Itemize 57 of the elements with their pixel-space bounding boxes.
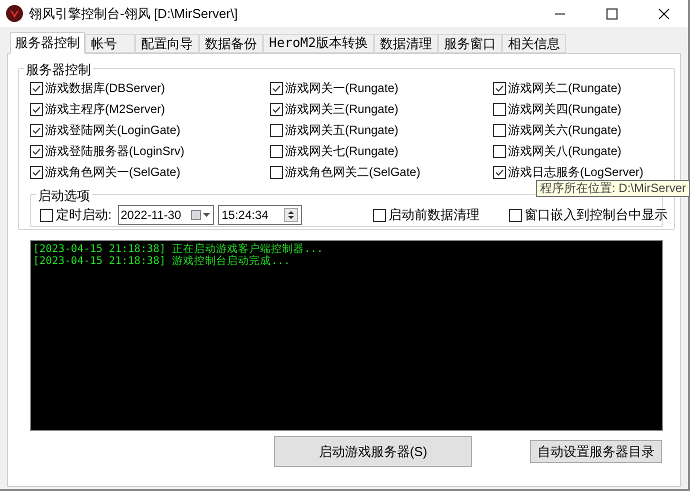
log-line: [2023-04-15 21:18:38] 游戏控制台启动完成... xyxy=(33,255,292,267)
checkbox[interactable] xyxy=(493,102,506,116)
checkbox[interactable] xyxy=(30,144,43,158)
checkbox-label: 游戏角色网关一(SelGate) xyxy=(45,164,180,181)
tab[interactable]: 相关信息 xyxy=(502,34,566,53)
checkbox-label: 游戏登陆服务器(LoginSrv) xyxy=(45,143,184,160)
checkbox-label: 游戏网关八(Rungate) xyxy=(508,143,622,160)
tab[interactable]: 数据清理 xyxy=(374,34,438,53)
time-picker[interactable]: 15:24:34 xyxy=(218,205,302,225)
checkbox-label: 游戏数据库(DBServer) xyxy=(45,80,166,97)
checkbox-label: 游戏网关七(Rungate) xyxy=(285,143,398,160)
checkbox-label: 游戏日志服务(LogServer) xyxy=(508,164,644,181)
checkbox[interactable] xyxy=(30,102,43,116)
tab[interactable]: HeroM2版本转换 xyxy=(263,34,374,53)
checkbox[interactable] xyxy=(270,102,283,116)
checkbox-label: 游戏角色网关二(SelGate) xyxy=(285,164,420,181)
checkbox-label: 游戏主程序(M2Server) xyxy=(45,101,166,118)
checkbox[interactable] xyxy=(30,124,43,136)
checkbox-label: 游戏网关六(Rungate) xyxy=(508,122,622,139)
maximize-icon[interactable] xyxy=(606,8,618,20)
auto-set-directory-button[interactable]: 自动设置服务器目录 xyxy=(530,440,662,463)
checkbox-label: 游戏网关二(Rungate) xyxy=(508,80,622,97)
tab[interactable]: 服务器控制 xyxy=(10,32,85,54)
app-logo-icon xyxy=(6,5,23,22)
checkbox[interactable] xyxy=(372,208,386,222)
checkbox-label: 游戏网关三(Rungate) xyxy=(285,101,398,118)
checkbox[interactable] xyxy=(30,166,43,178)
checkbox[interactable] xyxy=(270,166,283,178)
checkbox[interactable] xyxy=(40,208,53,222)
tab[interactable]: 帐号 xyxy=(85,34,135,53)
window-title: 翎风引擎控制台-翎风 [D:\MirServer\] xyxy=(29,4,238,23)
checkbox[interactable] xyxy=(493,144,506,158)
checkbox-label: 游戏网关四(Rungate) xyxy=(508,101,622,118)
checkbox[interactable] xyxy=(270,82,283,94)
checkbox[interactable] xyxy=(493,124,506,136)
checkbox[interactable] xyxy=(270,124,283,136)
checkbox-label: 启动前数据清理 xyxy=(388,206,480,224)
checkbox[interactable] xyxy=(508,208,522,222)
checkbox-label: 定时启动: xyxy=(56,206,112,224)
close-icon[interactable] xyxy=(658,8,670,20)
checkbox[interactable] xyxy=(30,82,43,94)
tab[interactable]: 服务窗口 xyxy=(438,34,502,53)
spinner-icon xyxy=(284,208,298,222)
checkbox[interactable] xyxy=(270,144,283,158)
checkbox-label: 游戏网关五(Rungate) xyxy=(285,122,398,139)
tab[interactable]: 配置向导 xyxy=(135,34,199,53)
tab[interactable]: 数据备份 xyxy=(199,34,263,53)
checkbox-label: 游戏登陆网关(LoginGate) xyxy=(45,122,180,139)
calendar-icon xyxy=(190,210,211,220)
date-picker[interactable]: 2022-11-30 xyxy=(118,205,214,225)
start-server-button[interactable]: 启动游戏服务器(S) xyxy=(274,436,472,467)
checkbox-label: 窗口嵌入到控制台中显示 xyxy=(524,206,668,224)
tooltip: 程序所在位置: D:\MirServer xyxy=(536,180,690,197)
log-line: [2023-04-15 21:18:38] 正在启动游戏客户端控制器... xyxy=(33,243,324,255)
checkbox[interactable] xyxy=(493,82,506,94)
checkbox[interactable] xyxy=(493,166,506,178)
checkbox-label: 游戏网关一(Rungate) xyxy=(285,80,398,97)
